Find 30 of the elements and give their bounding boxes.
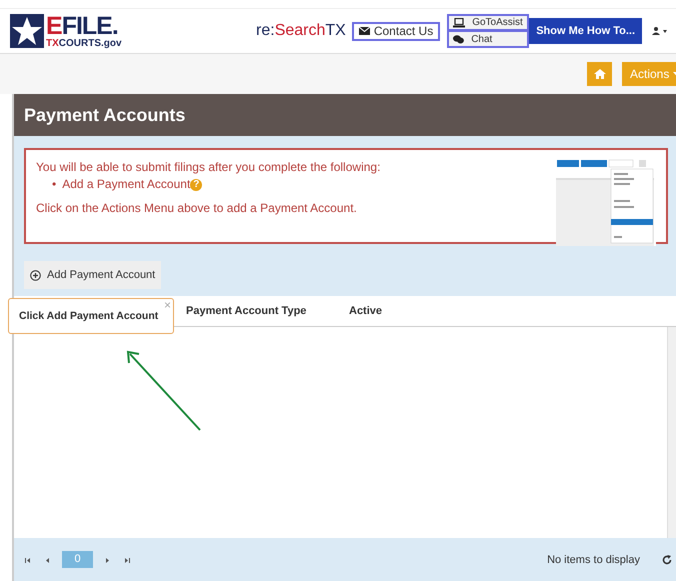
show-me-how-button[interactable]: Show Me How To... — [529, 18, 642, 44]
user-menu-icon[interactable] — [652, 27, 668, 35]
chat-icon — [453, 34, 464, 44]
bullet: • — [52, 177, 56, 191]
scrollbar[interactable] — [667, 327, 676, 538]
home-icon — [594, 69, 606, 79]
plus-circle-icon — [30, 270, 41, 280]
alert-message: You will be able to submit filings after you complete the following: — [36, 160, 380, 174]
refresh-icon[interactable] — [662, 554, 672, 564]
contact-us-button[interactable]: Contact Us — [352, 22, 440, 40]
add-payment-account-button[interactable]: Add Payment Account — [24, 261, 162, 289]
envelope-icon — [358, 27, 370, 35]
column-header[interactable]: Active — [349, 305, 382, 317]
brand-logo-text[interactable]: re:SearchTX — [256, 22, 346, 40]
tooltip-text: Click Add Payment Account — [19, 310, 158, 322]
first-page-icon[interactable] — [24, 556, 32, 564]
gotoassist-button[interactable]: GoToAssist — [447, 14, 530, 31]
page-title: Payment Accounts — [24, 104, 186, 126]
column-header[interactable]: Payment Account Type — [186, 305, 349, 317]
logo-subtext: TXCOURTS.gov — [46, 38, 122, 48]
alert-list-item: Add a Payment Account — [62, 177, 190, 191]
last-page-icon[interactable] — [123, 556, 131, 564]
star-icon — [10, 14, 44, 48]
previous-page-icon[interactable] — [44, 556, 52, 564]
laptop-icon — [453, 18, 466, 28]
alert-message: Click on the Actions Menu above to add a Payment Account. — [36, 201, 358, 215]
next-page-icon[interactable] — [103, 556, 111, 564]
chat-button[interactable]: Chat — [447, 31, 530, 48]
logo-text[interactable]: EFILE. — [46, 14, 122, 38]
pager-status: No items to display — [547, 554, 640, 566]
